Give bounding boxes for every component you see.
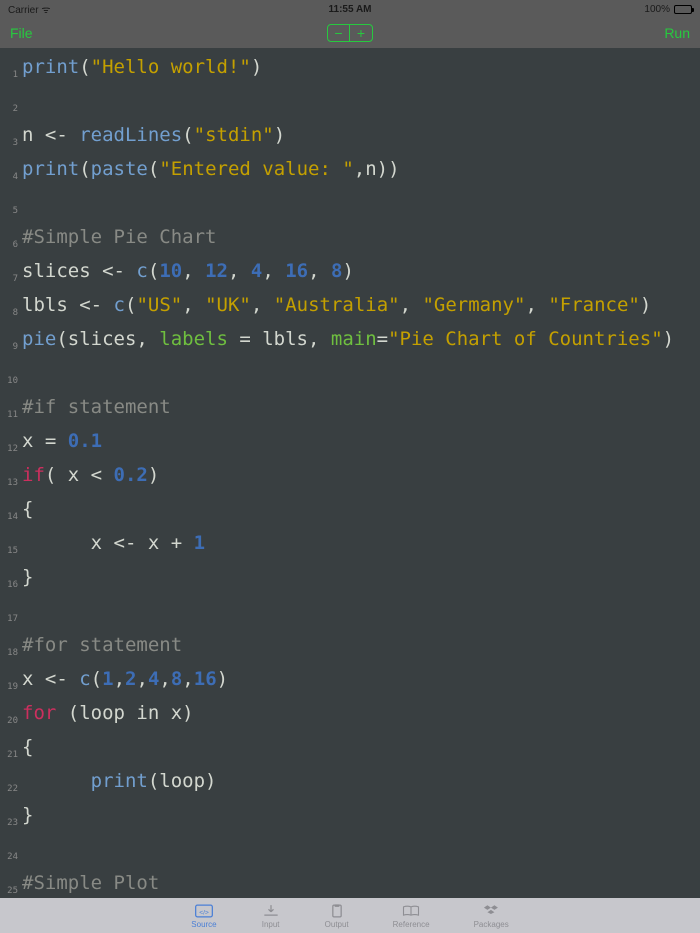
code-line[interactable]: #Simple Pie Chart <box>22 224 700 258</box>
code-editor[interactable]: 1 print("Hello world!") 2 3 n <- readLin… <box>0 48 700 898</box>
line-number: 20 <box>0 700 22 734</box>
line-number: 17 <box>0 598 22 632</box>
code-line[interactable] <box>22 598 700 632</box>
tab-label: Reference <box>393 920 430 929</box>
top-toolbar: File − + Run <box>0 18 700 48</box>
line-number: 11 <box>0 394 22 428</box>
code-line[interactable] <box>22 190 700 224</box>
clock: 11:55 AM <box>329 4 372 15</box>
line-number: 2 <box>0 88 22 122</box>
code-line[interactable]: print("Hello world!") <box>22 54 700 88</box>
status-bar: Carrier ᯤ 11:55 AM 100% <box>0 0 700 18</box>
line-number: 13 <box>0 462 22 496</box>
battery-status: 100% <box>644 4 692 15</box>
line-number: 25 <box>0 870 22 898</box>
tab-label: Output <box>325 920 349 929</box>
code-line[interactable]: } <box>22 564 700 598</box>
line-number: 8 <box>0 292 22 326</box>
line-number: 23 <box>0 802 22 836</box>
code-line[interactable] <box>22 88 700 122</box>
svg-text:</>: </> <box>199 909 209 916</box>
code-line[interactable]: lbls <- c("US", "UK", "Australia", "Germ… <box>22 292 700 326</box>
line-number: 24 <box>0 836 22 870</box>
tab-reference[interactable]: Reference <box>393 903 430 929</box>
code-line[interactable] <box>22 836 700 870</box>
line-number: 5 <box>0 190 22 224</box>
line-number: 21 <box>0 734 22 768</box>
code-line[interactable]: { <box>22 734 700 768</box>
code-line[interactable]: for (loop in x) <box>22 700 700 734</box>
code-line[interactable]: x <- x + 1 <box>22 530 700 564</box>
tab-packages[interactable]: Packages <box>474 903 509 929</box>
code-line[interactable]: print(loop) <box>22 768 700 802</box>
carrier-label: Carrier ᯤ <box>8 2 50 16</box>
file-button[interactable]: File <box>10 25 33 41</box>
code-line[interactable] <box>22 360 700 394</box>
line-number: 19 <box>0 666 22 700</box>
code-line[interactable]: n <- readLines("stdin") <box>22 122 700 156</box>
line-number: 12 <box>0 428 22 462</box>
line-number: 4 <box>0 156 22 190</box>
tab-label: Packages <box>474 920 509 929</box>
code-line[interactable]: x <- c(1,2,4,8,16) <box>22 666 700 700</box>
bottom-tabbar: </> Source Input Output Reference Packag… <box>0 898 700 933</box>
decrease-font-button[interactable]: − <box>328 25 350 41</box>
battery-icon <box>674 5 692 14</box>
line-number: 10 <box>0 360 22 394</box>
run-button[interactable]: Run <box>664 25 690 41</box>
line-number: 7 <box>0 258 22 292</box>
line-number: 1 <box>0 54 22 88</box>
code-line[interactable]: print(paste("Entered value: ",n)) <box>22 156 700 190</box>
download-icon <box>261 903 281 919</box>
code-line[interactable]: #for statement <box>22 632 700 666</box>
font-size-stepper[interactable]: − + <box>327 24 373 42</box>
source-icon: </> <box>194 903 214 919</box>
code-line[interactable]: #Simple Plot <box>22 870 700 898</box>
line-number: 6 <box>0 224 22 258</box>
dropbox-icon <box>481 903 501 919</box>
tab-output[interactable]: Output <box>325 903 349 929</box>
tab-source[interactable]: </> Source <box>191 903 216 929</box>
line-number: 14 <box>0 496 22 530</box>
tab-label: Input <box>262 920 280 929</box>
line-number: 18 <box>0 632 22 666</box>
line-number: 16 <box>0 564 22 598</box>
tab-input[interactable]: Input <box>261 903 281 929</box>
line-number: 9 <box>0 326 22 360</box>
tab-label: Source <box>191 920 216 929</box>
wifi-icon: ᯤ <box>41 5 50 16</box>
line-number: 3 <box>0 122 22 156</box>
code-line[interactable]: x = 0.1 <box>22 428 700 462</box>
line-number: 22 <box>0 768 22 802</box>
code-line[interactable]: slices <- c(10, 12, 4, 16, 8) <box>22 258 700 292</box>
code-line[interactable]: } <box>22 802 700 836</box>
code-line[interactable]: { <box>22 496 700 530</box>
code-line[interactable]: pie(slices, labels = lbls, main="Pie Cha… <box>22 326 700 360</box>
increase-font-button[interactable]: + <box>350 25 372 41</box>
line-number: 15 <box>0 530 22 564</box>
book-icon <box>401 903 421 919</box>
clipboard-icon <box>327 903 347 919</box>
code-line[interactable]: if( x < 0.2) <box>22 462 700 496</box>
code-line[interactable]: #if statement <box>22 394 700 428</box>
